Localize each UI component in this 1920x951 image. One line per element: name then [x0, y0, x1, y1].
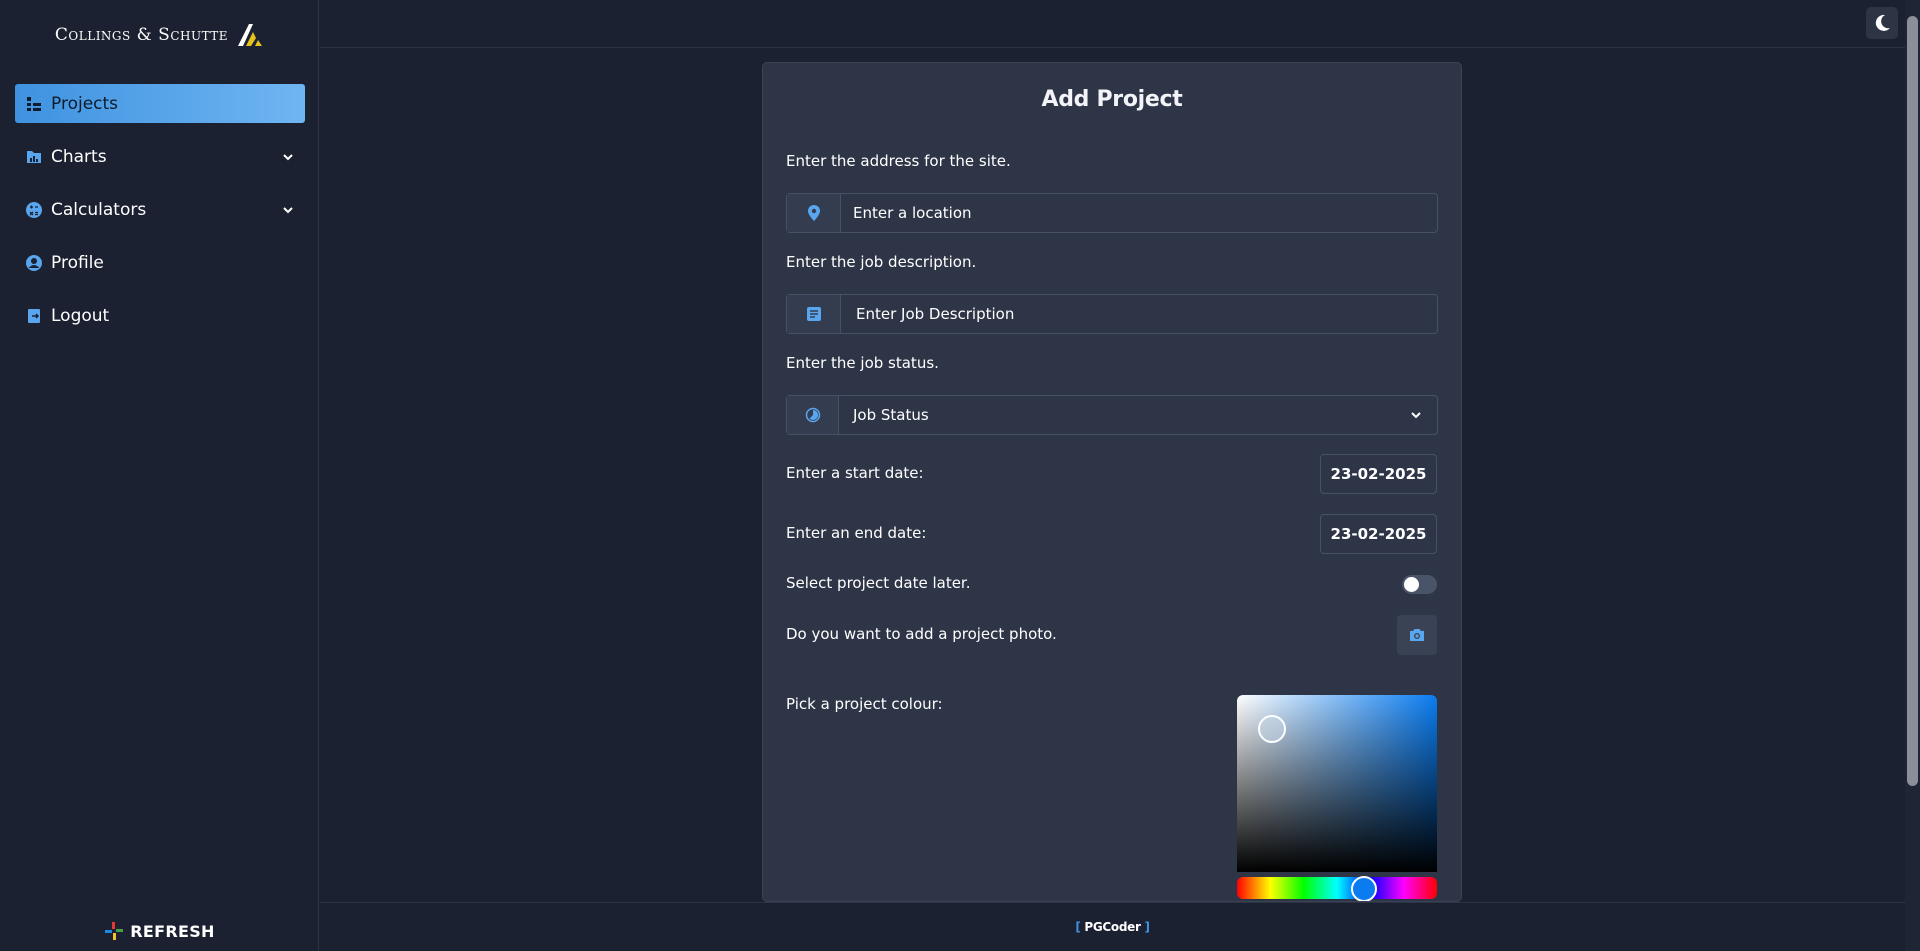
start-date-label: Enter a start date: — [786, 464, 924, 482]
page-title: Add Project — [1041, 87, 1183, 112]
address-label: Enter the address for the site. — [786, 152, 1011, 170]
status-select-value: Job Status — [853, 406, 929, 424]
end-date-label: Enter an end date: — [786, 524, 927, 542]
moon-icon — [1875, 14, 1890, 31]
brand-logo-icon — [238, 24, 263, 46]
date-later-label: Select project date later. — [786, 574, 971, 592]
sidebar-item-profile[interactable]: Profile — [15, 243, 305, 282]
description-label: Enter the job description. — [786, 253, 977, 271]
sidebar-item-label: Profile — [51, 252, 104, 273]
footer-brand[interactable]: [ PGCoder ] — [1075, 920, 1150, 934]
topbar — [320, 0, 1920, 48]
hue-slider[interactable] — [1237, 877, 1437, 899]
footer-brand-name: PGCoder — [1084, 920, 1141, 934]
chevron-down-icon — [283, 153, 293, 160]
camera-icon — [1410, 629, 1424, 641]
date-later-toggle[interactable] — [1402, 575, 1437, 594]
logout-icon — [25, 307, 43, 325]
sidebar-item-projects[interactable]: Projects — [15, 84, 305, 123]
profile-icon — [25, 254, 43, 272]
status-select-group: Job Status — [786, 395, 1438, 435]
sidebar-item-charts[interactable]: Charts — [15, 137, 305, 176]
sidebar-item-label: Charts — [51, 146, 107, 167]
page-scrollbar[interactable] — [1905, 0, 1920, 951]
hue-slider-handle[interactable] — [1351, 876, 1377, 901]
add-project-card: Add Project Enter the address for the si… — [762, 62, 1462, 902]
projects-icon — [25, 95, 43, 113]
brand[interactable]: Collings & Schutte — [0, 22, 319, 48]
chart-icon — [25, 148, 43, 166]
scrollbar-thumb[interactable] — [1907, 16, 1918, 786]
sidebar-item-label: Projects — [51, 93, 119, 114]
colour-label: Pick a project colour: — [786, 695, 943, 713]
photo-label: Do you want to add a project photo. — [786, 625, 1057, 643]
colour-saturation-handle[interactable] — [1258, 715, 1286, 743]
description-input-group — [786, 294, 1438, 334]
colour-picker — [1237, 695, 1437, 901]
chevron-down-icon — [283, 206, 293, 213]
description-input[interactable] — [841, 295, 1437, 333]
location-pin-icon — [787, 194, 841, 232]
sidebar-item-label: Logout — [51, 305, 110, 326]
chevron-down-icon — [1411, 412, 1421, 419]
sidebar: Collings & Schutte Projects Charts Calcu… — [0, 0, 319, 951]
status-select[interactable]: Job Status — [839, 396, 1437, 434]
status-label: Enter the job status. — [786, 354, 939, 372]
toggle-knob — [1404, 577, 1419, 592]
description-icon — [787, 295, 841, 333]
sidebar-item-label: Calculators — [51, 199, 147, 220]
sidebar-item-logout[interactable]: Logout — [15, 296, 305, 335]
bracket-right-icon: ] — [1140, 920, 1150, 934]
sidebar-nav: Projects Charts Calculators Profile Logo… — [15, 84, 305, 349]
theme-toggle-button[interactable] — [1866, 7, 1898, 39]
add-photo-button[interactable] — [1397, 615, 1437, 655]
status-icon — [787, 396, 839, 434]
sidebar-item-calculators[interactable]: Calculators — [15, 190, 305, 229]
address-input[interactable] — [841, 194, 1437, 232]
end-date-input[interactable]: 23-02-2025 — [1320, 514, 1437, 554]
brand-name: Collings & Schutte — [54, 25, 229, 45]
refresh-label: REFRESH — [130, 921, 215, 941]
address-input-group — [786, 193, 1438, 233]
refresh-button[interactable]: REFRESH — [0, 921, 319, 941]
refresh-icon — [105, 922, 124, 940]
start-date-input[interactable]: 23-02-2025 — [1320, 454, 1437, 494]
calculator-icon — [25, 201, 43, 219]
footer: [ PGCoder ] — [320, 902, 1905, 951]
